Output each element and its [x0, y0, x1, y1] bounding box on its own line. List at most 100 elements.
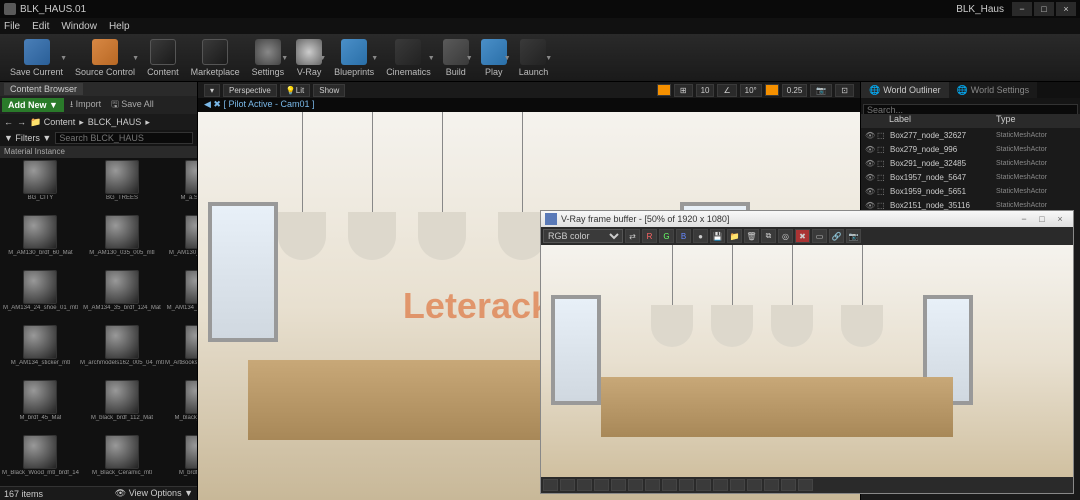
vfb-curves-button[interactable] [560, 479, 575, 491]
vfb-compare-button[interactable] [781, 479, 796, 491]
vfb-link-button[interactable]: 🔗 [829, 229, 844, 243]
minimize-button[interactable]: − [1012, 2, 1032, 16]
show-button[interactable]: Show [313, 84, 345, 97]
vfb-lens-button[interactable] [747, 479, 762, 491]
outliner-row[interactable]: 👁⬚Box291_node_32485StaticMeshActor [861, 156, 1080, 170]
material-item[interactable]: M_AM134_35_brdf_124_Mat [80, 270, 164, 324]
save-button[interactable]: Save Current▼ [4, 37, 69, 79]
material-item[interactable]: M_archmodels162_005_04_mtl [80, 325, 164, 379]
vfb-maximize-button[interactable]: □ [1033, 214, 1051, 224]
maximize-button[interactable]: □ [1034, 2, 1054, 16]
vfb-track-button[interactable]: ◎ [778, 229, 793, 243]
vfb-load-button[interactable]: 📁 [727, 229, 742, 243]
material-item[interactable]: M_brdf_129_Mat [165, 435, 197, 486]
material-item[interactable]: BG_CITY [2, 160, 79, 214]
vfb-pixel-button[interactable] [764, 479, 779, 491]
material-item[interactable]: M_AM134_24_shoe_01_mtl [2, 270, 79, 324]
cinematics-button[interactable]: Cinematics▼ [380, 37, 437, 79]
filters-button[interactable]: ▼ Filters ▼ [4, 133, 51, 143]
play-button[interactable]: Play▼ [475, 37, 513, 79]
pilot-status[interactable]: ◀ ✖ [ Pilot Active - Cam01 ] [198, 98, 860, 112]
vfb-mono-button[interactable]: ● [693, 229, 708, 243]
material-item[interactable]: M_AM130_095_007_mtl [165, 215, 197, 269]
content-button[interactable]: Content [141, 37, 185, 79]
visibility-icon[interactable]: 👁 [865, 173, 877, 182]
camera-speed-button[interactable]: 📷 [810, 84, 832, 97]
vfb-save-button[interactable]: 💾 [710, 229, 725, 243]
outliner-row[interactable]: 👁⬚Box1957_node_5647StaticMeshActor [861, 170, 1080, 184]
import-button[interactable]: ⭳ Import [66, 95, 105, 115]
visibility-icon[interactable]: 👁 [865, 201, 877, 210]
vfb-stamp-button[interactable] [730, 479, 745, 491]
vfb-bg-button[interactable] [645, 479, 660, 491]
content-search-input[interactable] [55, 132, 193, 144]
build-button[interactable]: Build▼ [437, 37, 475, 79]
vfb-region-button[interactable]: ▭ [812, 229, 827, 243]
perspective-button[interactable]: Perspective [223, 84, 277, 97]
vfb-icc-button[interactable] [696, 479, 711, 491]
transform-icon[interactable] [657, 84, 671, 96]
material-item[interactable]: M_Black_Ceramic_mtl [80, 435, 164, 486]
material-item[interactable]: M_AM130_035_005_mtl [80, 215, 164, 269]
vfb-history-button[interactable]: 📷 [846, 229, 861, 243]
material-item[interactable]: M_brdf_45_Mat [2, 380, 79, 434]
vfb-huesat-button[interactable] [611, 479, 626, 491]
blueprints-button[interactable]: Blueprints▼ [328, 37, 380, 79]
vfb-exposure-button[interactable] [577, 479, 592, 491]
vfb-titlebar[interactable]: V-Ray frame buffer - [50% of 1920 x 1080… [541, 211, 1073, 227]
material-item[interactable]: M_black_brdf_112_Mat [80, 380, 164, 434]
material-item[interactable]: M_Black_Wood_mtl_brdf_14 [2, 435, 79, 486]
material-item[interactable]: M_ArtBooks_brdf_147_Mat [165, 325, 197, 379]
vfb-channel-g-button[interactable]: G [659, 229, 674, 243]
settings-button[interactable]: Settings▼ [246, 37, 291, 79]
viewport-maximize-button[interactable]: ⊡ [835, 84, 854, 97]
scale-snap-value[interactable]: 0.25 [782, 84, 808, 97]
vfb-whitebal-button[interactable] [594, 479, 609, 491]
breadcrumb[interactable]: ←→ 📁 Content ▸ BLCK_HAUS ▸ [0, 114, 197, 130]
launch-button[interactable]: Launch▼ [513, 37, 555, 79]
grid-snap-button[interactable]: ⊞ [674, 84, 693, 97]
outliner-row[interactable]: 👁⬚Box279_node_996StaticMeshActor [861, 142, 1080, 156]
angle-snap-button[interactable]: ∠ [717, 84, 736, 97]
menu-help[interactable]: Help [109, 21, 130, 32]
material-item[interactable]: BG_TREES [80, 160, 164, 214]
vfb-lut-button[interactable] [662, 479, 677, 491]
vfb-channel-select[interactable]: RGB color [543, 229, 623, 243]
grid-snap-value[interactable]: 10 [696, 84, 715, 97]
vfb-info-button[interactable] [798, 479, 813, 491]
vfb-levels-button[interactable] [628, 479, 643, 491]
project-tab[interactable]: BLK_HAUS.01 [20, 4, 86, 15]
outliner-row[interactable]: 👁⬚Box1959_node_5651StaticMeshActor [861, 184, 1080, 198]
vfb-clone-button[interactable]: ⧉ [761, 229, 776, 243]
vfb-render-view[interactable] [541, 245, 1073, 477]
vray-frame-buffer-window[interactable]: V-Ray frame buffer - [50% of 1920 x 1080… [540, 210, 1074, 494]
material-item[interactable]: M_AM134_38_DefaultMat [165, 270, 197, 324]
menu-edit[interactable]: Edit [32, 21, 49, 32]
vfb-channel-b-button[interactable]: B [676, 229, 691, 243]
visibility-icon[interactable]: 👁 [865, 131, 877, 140]
visibility-icon[interactable]: 👁 [865, 159, 877, 168]
vfb-close-button[interactable]: × [1051, 214, 1069, 224]
tab-world-outliner[interactable]: 🌐 World Outliner [861, 82, 949, 98]
lit-button[interactable]: 💡Lit [280, 84, 310, 97]
vfb-minimize-button[interactable]: − [1015, 214, 1033, 224]
source-control-button[interactable]: Source Control▼ [69, 37, 141, 79]
visibility-icon[interactable]: 👁 [865, 145, 877, 154]
vfb-ocio-button[interactable] [679, 479, 694, 491]
vray-button[interactable]: V-Ray▼ [290, 37, 328, 79]
vfb-switch-icon[interactable]: ⇄ [625, 229, 640, 243]
outliner-row[interactable]: 👁⬚Box277_node_32627StaticMeshActor [861, 128, 1080, 142]
viewport-options-button[interactable]: ▾ [204, 84, 220, 97]
tab-world-settings[interactable]: 🌐 World Settings [949, 82, 1038, 98]
scale-snap-icon[interactable] [765, 84, 779, 96]
vfb-color-correct-button[interactable] [543, 479, 558, 491]
material-item[interactable]: M_AM130_brdf_60_Mat [2, 215, 79, 269]
vfb-channel-r-button[interactable]: R [642, 229, 657, 243]
menu-window[interactable]: Window [61, 21, 97, 32]
menu-file[interactable]: File [4, 21, 20, 32]
vfb-clear-button[interactable]: 🗑 [744, 229, 759, 243]
vfb-srgb-button[interactable] [713, 479, 728, 491]
marketplace-button[interactable]: Marketplace [185, 37, 246, 79]
content-browser-tab[interactable]: Content Browser [4, 83, 83, 95]
add-new-button[interactable]: Add New ▼ [2, 98, 64, 112]
